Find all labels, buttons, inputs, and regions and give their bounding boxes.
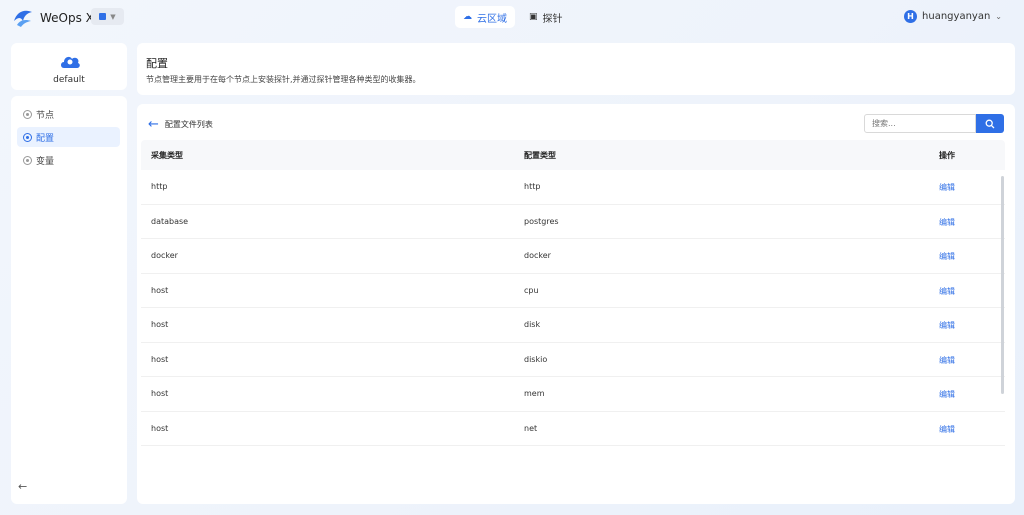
chevron-down-icon: ▼ xyxy=(110,12,116,21)
edit-link[interactable]: 编辑 xyxy=(939,355,955,366)
sidebar-item-variables[interactable]: 变量 xyxy=(17,150,120,170)
search-button[interactable] xyxy=(976,114,1004,133)
back-label: 配置文件列表 xyxy=(164,120,213,129)
username: huangyanyan xyxy=(922,11,991,22)
cloud-region-card: default xyxy=(11,43,127,90)
edit-link[interactable]: 编辑 xyxy=(939,389,955,400)
column-header: 操作 xyxy=(939,151,955,160)
cloud-icon: ☁ xyxy=(463,12,472,22)
cloud-location-icon xyxy=(59,52,81,70)
app-switcher[interactable]: ▼ xyxy=(91,8,124,25)
back-button[interactable]: ← 配置文件列表 xyxy=(148,117,213,132)
user-menu[interactable]: H huangyanyan ⌄ xyxy=(904,10,1002,23)
search-input[interactable] xyxy=(864,114,976,133)
table-row: host mem 编辑 xyxy=(141,377,1005,412)
variables-icon xyxy=(23,155,32,165)
edit-link[interactable]: 编辑 xyxy=(939,217,955,228)
config-type-cell: cpu xyxy=(524,285,539,295)
config-type-cell: docker xyxy=(524,251,551,260)
probe-icon: ▣ xyxy=(529,12,538,22)
page-header: 配置 节点管理主要用于在每个节点上安装探针,并通过探针管理各种类型的收集器。 xyxy=(137,43,1015,95)
cloud-region-name: default xyxy=(53,75,85,85)
tab-cloud-region[interactable]: ☁ 云区域 xyxy=(455,6,515,28)
collect-type-cell: host xyxy=(151,423,169,433)
collect-type-cell: http xyxy=(151,182,168,191)
collect-type-cell: host xyxy=(151,320,169,329)
config-list-panel: ← 配置文件列表 采集类型 配置类型 操作 http http 编辑 datab… xyxy=(137,104,1015,504)
collapse-arrow-icon[interactable]: ← xyxy=(18,480,27,493)
table-row: host disk 编辑 xyxy=(141,308,1005,343)
chevron-down-icon: ⌄ xyxy=(995,12,1002,21)
collect-type-cell: host xyxy=(151,389,169,398)
page-description: 节点管理主要用于在每个节点上安装探针,并通过探针管理各种类型的收集器。 xyxy=(146,75,421,84)
sidebar-item-label: 变量 xyxy=(36,156,55,167)
arrow-left-icon: ← xyxy=(148,117,159,132)
config-type-cell: http xyxy=(524,182,541,191)
table-row: host diskio 编辑 xyxy=(141,343,1005,377)
collect-type-cell: host xyxy=(151,285,169,295)
sidebar-item-nodes[interactable]: 节点 xyxy=(17,104,120,124)
config-type-cell: mem xyxy=(524,389,545,398)
config-type-cell: diskio xyxy=(524,354,548,364)
nodes-icon xyxy=(23,109,32,119)
table-row: host net 编辑 xyxy=(141,412,1005,446)
edit-link[interactable]: 编辑 xyxy=(939,251,955,262)
page-title: 配置 xyxy=(146,57,168,70)
collect-type-cell: database xyxy=(151,216,189,226)
apps-grid-icon xyxy=(99,13,107,20)
table-row: http http 编辑 xyxy=(141,170,1005,205)
tab-label: 探针 xyxy=(542,13,563,25)
config-type-cell: net xyxy=(524,423,538,433)
table-header: 采集类型 配置类型 操作 xyxy=(141,140,1005,170)
avatar: H xyxy=(904,10,918,23)
config-type-cell: disk xyxy=(524,320,541,329)
edit-link[interactable]: 编辑 xyxy=(939,182,955,193)
brand[interactable]: WeOps X xyxy=(12,7,94,29)
column-header: 采集类型 xyxy=(151,151,183,160)
collect-type-cell: docker xyxy=(151,251,178,260)
sidebar-item-config[interactable]: 配置 xyxy=(17,127,120,147)
table-row: docker docker 编辑 xyxy=(141,239,1005,274)
edit-link[interactable]: 编辑 xyxy=(939,320,955,331)
config-icon xyxy=(23,132,32,142)
search-box xyxy=(864,114,1005,133)
collect-type-cell: host xyxy=(151,354,169,364)
edit-link[interactable]: 编辑 xyxy=(939,424,955,435)
top-bar: WeOps X ▼ ☁ 云区域 ▣ 探针 H huangyanyan ⌄ xyxy=(0,0,1024,36)
sidebar-item-label: 节点 xyxy=(36,110,55,121)
column-header: 配置类型 xyxy=(524,151,556,160)
app-name: WeOps X xyxy=(40,11,94,25)
search-icon xyxy=(985,119,995,128)
edit-link[interactable]: 编辑 xyxy=(939,286,955,297)
table-row: host cpu 编辑 xyxy=(141,274,1005,308)
config-type-cell: postgres xyxy=(524,216,559,226)
table-body: http http 编辑 database postgres 编辑 docker… xyxy=(141,170,1005,446)
table-scrollbar[interactable] xyxy=(1001,176,1004,394)
tab-label: 云区域 xyxy=(477,13,507,25)
table-row: database postgres 编辑 xyxy=(141,205,1005,239)
sidebar: 节点 配置 变量 ← xyxy=(11,96,127,504)
weops-logo-icon xyxy=(12,7,34,29)
sidebar-item-label: 配置 xyxy=(36,133,55,144)
tab-probe[interactable]: ▣ 探针 xyxy=(521,6,571,28)
